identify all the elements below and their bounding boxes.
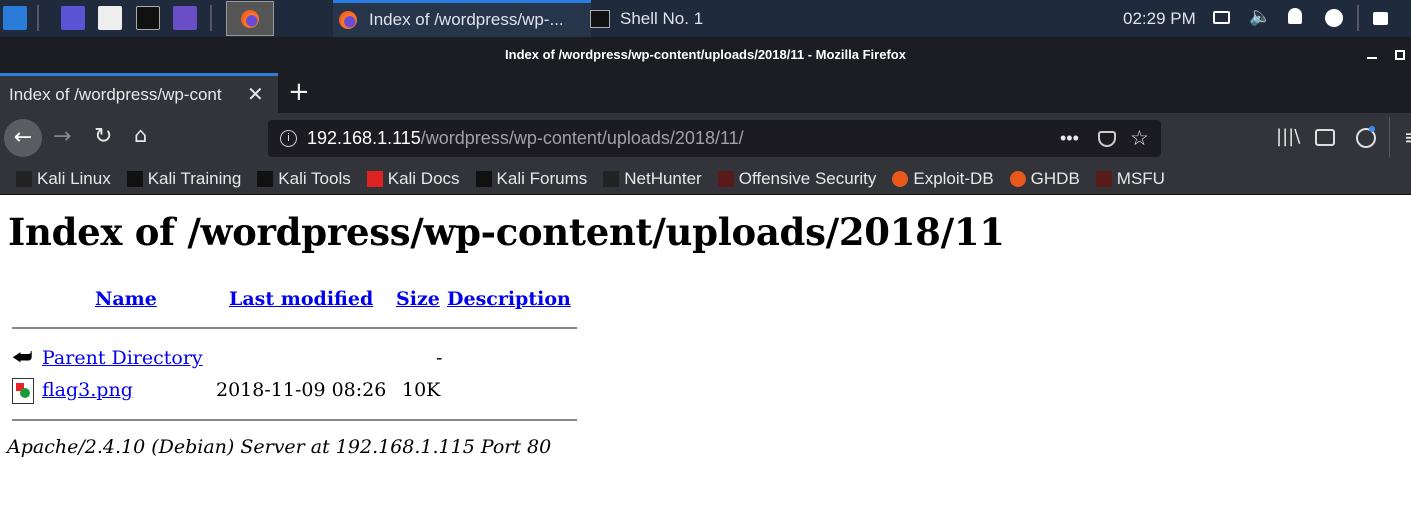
window-title: Index of /wordpress/wp-content/uploads/2… xyxy=(0,37,1411,73)
notification-bell-icon[interactable] xyxy=(1288,8,1302,24)
size-cell: - xyxy=(436,347,443,369)
divider xyxy=(1357,5,1359,31)
terminal-icon[interactable] xyxy=(136,6,160,30)
terminal-icon xyxy=(590,9,610,28)
forward-button[interactable]: → xyxy=(53,124,71,149)
bookmarks-bar: Kali Linux Kali Training Kali Tools Kali… xyxy=(0,163,1411,195)
bookmark-label: Kali Training xyxy=(147,168,242,188)
divider xyxy=(210,5,212,31)
bookmark-label: MSFU xyxy=(1116,168,1165,188)
divider xyxy=(1389,117,1390,157)
offsec-icon xyxy=(1095,170,1112,187)
bookmark-nethunter[interactable]: NetHunter xyxy=(603,168,702,189)
file-link[interactable]: flag3.png xyxy=(42,379,133,401)
bookmark-label: GHDB xyxy=(1030,168,1080,188)
new-tab-button[interactable]: + xyxy=(288,77,310,107)
firefox-launcher[interactable] xyxy=(226,1,274,36)
sidebar-icon[interactable] xyxy=(1315,129,1335,146)
display-icon[interactable] xyxy=(1213,11,1230,24)
page-content: Index of /wordpress/wp-content/uploads/2… xyxy=(0,196,1411,522)
close-tab-icon[interactable]: ✕ xyxy=(247,82,264,107)
divider xyxy=(12,327,577,329)
sort-description-link[interactable]: Description xyxy=(447,288,571,310)
page-title: Index of /wordpress/wp-content/uploads/2… xyxy=(8,210,1005,254)
bookmark-ghdb[interactable]: GHDB xyxy=(1009,168,1080,189)
size-cell: 10K xyxy=(402,379,441,401)
docs-icon xyxy=(366,170,383,187)
task-label: Shell No. 1 xyxy=(620,8,704,28)
back-button[interactable]: ← xyxy=(4,119,42,157)
lock-icon[interactable] xyxy=(1373,12,1388,25)
offsec-icon xyxy=(717,170,734,187)
parent-directory-link[interactable]: Parent Directory xyxy=(42,347,203,369)
bookmark-kali-linux[interactable]: Kali Linux xyxy=(16,169,111,189)
kali-icon xyxy=(475,170,492,187)
kali-icon xyxy=(257,170,274,187)
nethunter-icon xyxy=(603,170,620,187)
url-host: 192.168.1.115 xyxy=(307,128,421,148)
divider xyxy=(37,5,39,31)
library-icon[interactable]: |||\ xyxy=(1276,126,1300,147)
divider xyxy=(12,419,577,421)
task-shell[interactable]: Shell No. 1 xyxy=(590,0,703,37)
modified-cell: 2018-11-09 08:26 xyxy=(216,379,387,401)
power-icon[interactable] xyxy=(1325,9,1343,27)
sort-modified-link[interactable]: Last modified xyxy=(229,288,373,310)
tab-label: Index of /wordpress/wp-cont xyxy=(9,84,222,104)
minimize-button[interactable] xyxy=(1367,57,1377,59)
bookmark-msfu[interactable]: MSFU xyxy=(1095,168,1165,189)
screen-recorder-icon[interactable] xyxy=(173,6,197,30)
bookmark-star-icon[interactable]: ☆ xyxy=(1130,126,1149,151)
url-bar[interactable]: i 192.168.1.115/wordpress/wp-content/upl… xyxy=(268,120,1161,157)
bookmark-offensive-security[interactable]: Offensive Security xyxy=(717,168,877,189)
tab-index[interactable]: Index of /wordpress/wp-cont ✕ xyxy=(0,73,278,113)
pocket-icon[interactable] xyxy=(1098,130,1116,147)
task-label: Index of /wordpress/wp-... xyxy=(369,10,564,29)
bookmark-label: Kali Forums xyxy=(496,168,588,188)
bug-icon xyxy=(1009,170,1026,187)
maximize-button[interactable] xyxy=(1395,50,1405,60)
bookmark-label: Kali Tools xyxy=(278,168,351,188)
file-manager-icon[interactable] xyxy=(98,6,122,30)
kali-icon xyxy=(126,170,143,187)
sort-name-link[interactable]: Name xyxy=(95,288,157,310)
bookmark-kali-training[interactable]: Kali Training xyxy=(126,168,242,189)
info-icon[interactable]: i xyxy=(280,130,297,147)
notification-dot xyxy=(1369,126,1375,132)
bookmark-exploit-db[interactable]: Exploit-DB xyxy=(892,168,994,189)
nav-toolbar: ← → ↻ ⌂ i 192.168.1.115/wordpress/wp-con… xyxy=(0,113,1411,163)
tab-strip: Index of /wordpress/wp-cont ✕ + xyxy=(0,73,1411,113)
bookmark-label: Kali Docs xyxy=(387,168,460,188)
volume-icon[interactable]: 🔈 xyxy=(1249,6,1271,27)
taskbar: Index of /wordpress/wp-... Shell No. 1 0… xyxy=(0,0,1411,37)
clock[interactable]: 02:29 PM xyxy=(1123,0,1196,37)
back-arrow-icon: ⮨ xyxy=(12,345,33,370)
sort-size-link[interactable]: Size xyxy=(396,288,440,310)
bookmark-label: Kali Linux xyxy=(37,168,111,188)
bookmark-label: Offensive Security xyxy=(738,168,877,188)
menu-icon[interactable]: ≡ xyxy=(1404,125,1411,149)
url-path: /wordpress/wp-content/uploads/2018/11/ xyxy=(420,128,744,148)
bookmark-label: NetHunter xyxy=(624,168,702,188)
firefox-icon xyxy=(241,9,259,28)
image-file-icon xyxy=(12,378,34,404)
show-desktop-icon[interactable] xyxy=(61,6,85,30)
task-firefox[interactable]: Index of /wordpress/wp-... xyxy=(333,0,591,37)
kali-menu-icon[interactable] xyxy=(3,6,27,30)
kali-icon xyxy=(16,170,32,187)
bookmark-label: Exploit-DB xyxy=(913,168,994,188)
bug-icon xyxy=(892,170,909,187)
reload-button[interactable]: ↻ xyxy=(94,124,112,149)
home-button[interactable]: ⌂ xyxy=(134,123,147,147)
firefox-icon xyxy=(339,11,357,29)
bookmark-kali-tools[interactable]: Kali Tools xyxy=(257,168,351,189)
server-signature: Apache/2.4.10 (Debian) Server at 192.168… xyxy=(7,436,552,458)
bookmark-kali-docs[interactable]: Kali Docs xyxy=(366,168,460,189)
bookmark-kali-forums[interactable]: Kali Forums xyxy=(475,168,588,189)
page-actions-icon[interactable]: ••• xyxy=(1060,128,1079,149)
